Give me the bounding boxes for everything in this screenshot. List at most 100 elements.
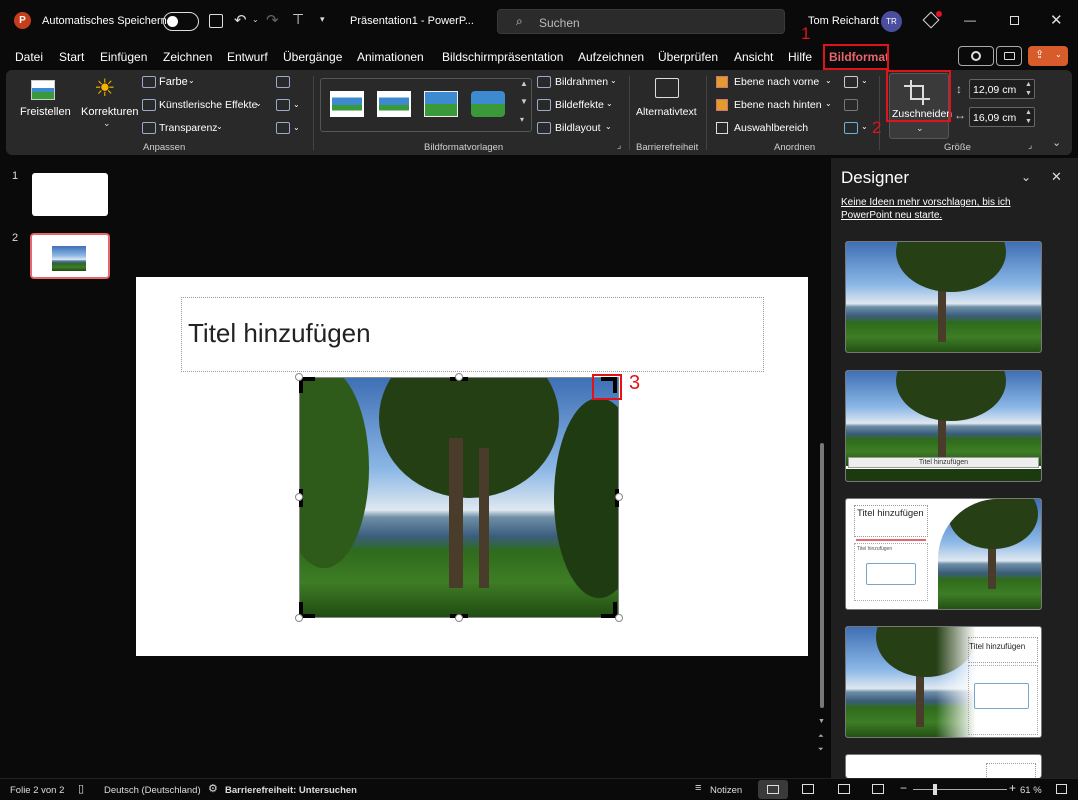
zoom-slider-thumb[interactable] <box>933 784 937 795</box>
accessibility-status[interactable]: Barrierefreiheit: Untersuchen <box>225 785 357 796</box>
design-idea-4[interactable]: Titel hinzufügen <box>845 626 1042 738</box>
fit-to-window-icon[interactable] <box>1056 784 1067 794</box>
slide[interactable]: Titel hinzufügen 3 <box>136 277 808 656</box>
tab-datei[interactable]: Datei <box>15 50 43 64</box>
slide-sorter-view-icon[interactable] <box>802 784 814 794</box>
align-icon[interactable] <box>844 76 858 88</box>
design-idea-1[interactable] <box>845 241 1042 353</box>
dialog-launcher-icon[interactable]: ⌟ <box>617 140 621 151</box>
style-thumbnail-2[interactable] <box>377 91 411 117</box>
style-thumbnail-1[interactable] <box>330 91 364 117</box>
notes-button[interactable]: Notizen <box>710 785 742 796</box>
ribbon-collapse-icon[interactable]: ⌄ <box>1052 136 1061 149</box>
style-thumbnail-4[interactable] <box>471 91 505 117</box>
tab-ueberpruefen[interactable]: Überprüfen <box>658 50 718 64</box>
spellcheck-icon[interactable]: ▯ <box>78 782 84 795</box>
next-slide-icon[interactable]: ⏷ <box>818 746 824 754</box>
compress-pictures-icon[interactable] <box>276 76 290 88</box>
scroll-down-icon[interactable]: ▼ <box>818 718 825 725</box>
maximize-icon[interactable] <box>1010 16 1019 25</box>
slideshow-view-icon[interactable] <box>872 784 884 794</box>
width-spinner-icon[interactable]: ▲ ▼ <box>1025 108 1032 126</box>
designer-stop-suggestions-link[interactable]: Keine Ideen mehr vorschlagen, bis ich Po… <box>841 196 1031 222</box>
ebene-hinten-dropdown-icon[interactable]: ⌄ <box>825 99 832 108</box>
picture-styles-gallery[interactable]: ▲ ▼ ▾ <box>320 78 532 132</box>
tab-zeichnen[interactable]: Zeichnen <box>163 50 212 64</box>
resize-handle-left[interactable] <box>295 493 303 501</box>
freistellen-button[interactable]: Freistellen <box>14 76 72 126</box>
tab-aufzeichnen[interactable]: Aufzeichnen <box>578 50 644 64</box>
tab-bildschirmpraesentation[interactable]: Bildschirmpräsentation <box>442 50 563 64</box>
change-picture-dropdown-icon[interactable]: ⌄ <box>293 100 300 109</box>
slide-thumbnail-1[interactable] <box>32 173 108 216</box>
kuenstlerische-effekte-button[interactable]: Künstlerische Effekte <box>159 99 257 111</box>
autosave-toggle[interactable] <box>163 12 199 31</box>
zoom-out-icon[interactable]: − <box>900 781 907 795</box>
bildeffekte-dropdown-icon[interactable]: ⌄ <box>606 99 613 108</box>
minimize-icon[interactable]: — <box>964 13 976 27</box>
slide-thumbnail-2[interactable] <box>30 233 110 279</box>
reset-picture-icon[interactable] <box>276 122 290 134</box>
reset-picture-dropdown-icon[interactable]: ⌄ <box>293 123 300 132</box>
zoom-level[interactable]: 61 % <box>1020 785 1042 796</box>
bildlayout-dropdown-icon[interactable]: ⌄ <box>605 122 612 131</box>
resize-handle-bottom-left[interactable] <box>295 614 303 622</box>
tab-ansicht[interactable]: Ansicht <box>734 50 773 64</box>
align-dropdown-icon[interactable]: ⌄ <box>861 76 868 85</box>
transparency-dropdown-icon[interactable]: ⌄ <box>216 122 223 131</box>
bildrahmen-button[interactable]: Bildrahmen <box>555 76 608 88</box>
tab-entwurf[interactable]: Entwurf <box>227 50 268 64</box>
undo-icon[interactable]: ↶ <box>234 11 247 29</box>
record-button[interactable] <box>958 46 994 66</box>
gallery-more-icon[interactable]: ▾ <box>520 115 524 124</box>
quick-access-dropdown-icon[interactable]: ▾ <box>320 14 325 25</box>
save-icon[interactable] <box>209 14 223 28</box>
undo-dropdown-icon[interactable]: ⌄ <box>252 15 259 24</box>
resize-handle-bottom-right[interactable] <box>615 614 623 622</box>
ebene-nach-vorne-button[interactable]: Ebene nach vorne <box>734 76 819 88</box>
style-thumbnail-3[interactable] <box>424 91 458 117</box>
tab-einfuegen[interactable]: Einfügen <box>100 50 147 64</box>
zuschneiden-dropdown-icon[interactable]: ⌄ <box>916 123 924 134</box>
farbe-button[interactable]: Farbe <box>159 76 188 88</box>
share-button[interactable]: ⇪ ⌄ <box>1028 46 1068 66</box>
zoom-in-icon[interactable]: + <box>1009 781 1016 795</box>
close-icon[interactable]: ✕ <box>1050 11 1063 29</box>
tab-start[interactable]: Start <box>59 50 84 64</box>
auswahlbereich-button[interactable]: Auswahlbereich <box>734 122 808 134</box>
reading-view-icon[interactable] <box>838 784 850 794</box>
resize-handle-right[interactable] <box>615 493 623 501</box>
avatar[interactable]: TR <box>881 11 902 32</box>
design-idea-2[interactable]: Titel hinzufügen <box>845 370 1042 482</box>
tab-animationen[interactable]: Animationen <box>357 50 424 64</box>
bildeffekte-button[interactable]: Bildeffekte <box>555 99 604 111</box>
resize-handle-top-left[interactable] <box>295 373 303 381</box>
design-idea-3[interactable]: Titel hinzufügen Titel hinzufügen <box>845 498 1042 610</box>
normal-view-button[interactable] <box>758 780 788 799</box>
resize-handle-top[interactable] <box>455 373 463 381</box>
gallery-down-icon[interactable]: ▼ <box>520 97 528 106</box>
ebene-vorne-dropdown-icon[interactable]: ⌄ <box>825 76 832 85</box>
bildrahmen-dropdown-icon[interactable]: ⌄ <box>610 76 617 85</box>
height-spinner-icon[interactable]: ▲ ▼ <box>1025 80 1032 98</box>
design-idea-5[interactable] <box>845 754 1042 778</box>
user-name[interactable]: Tom Reichardt <box>808 15 879 27</box>
rotate-dropdown-icon[interactable]: ⌄ <box>861 122 868 131</box>
language-status[interactable]: Deutsch (Deutschland) <box>104 785 201 796</box>
zoom-slider[interactable] <box>913 784 1007 795</box>
farbe-dropdown-icon[interactable]: ⌄ <box>188 76 195 85</box>
title-placeholder[interactable]: Titel hinzufügen <box>181 297 764 372</box>
ebene-nach-hinten-button[interactable]: Ebene nach hinten <box>734 99 822 111</box>
comments-button[interactable] <box>996 46 1022 66</box>
change-picture-icon[interactable] <box>276 99 290 111</box>
bildlayout-button[interactable]: Bildlayout <box>555 122 601 134</box>
width-input[interactable]: 16,09 cm ▲ ▼ <box>969 107 1035 127</box>
notes-icon[interactable]: ≡ <box>695 782 701 794</box>
transparenz-button[interactable]: Transparenz <box>159 122 218 134</box>
tab-uebergaenge[interactable]: Übergänge <box>283 50 342 64</box>
korrekturen-button[interactable]: ☀ Korrekturen ⌄ <box>76 75 138 132</box>
size-dialog-launcher-icon[interactable]: ⌟ <box>1028 140 1032 151</box>
designer-collapse-icon[interactable]: ⌄ <box>1021 170 1031 184</box>
designer-close-icon[interactable]: ✕ <box>1051 169 1062 185</box>
height-input[interactable]: 12,09 cm ▲ ▼ <box>969 79 1035 99</box>
